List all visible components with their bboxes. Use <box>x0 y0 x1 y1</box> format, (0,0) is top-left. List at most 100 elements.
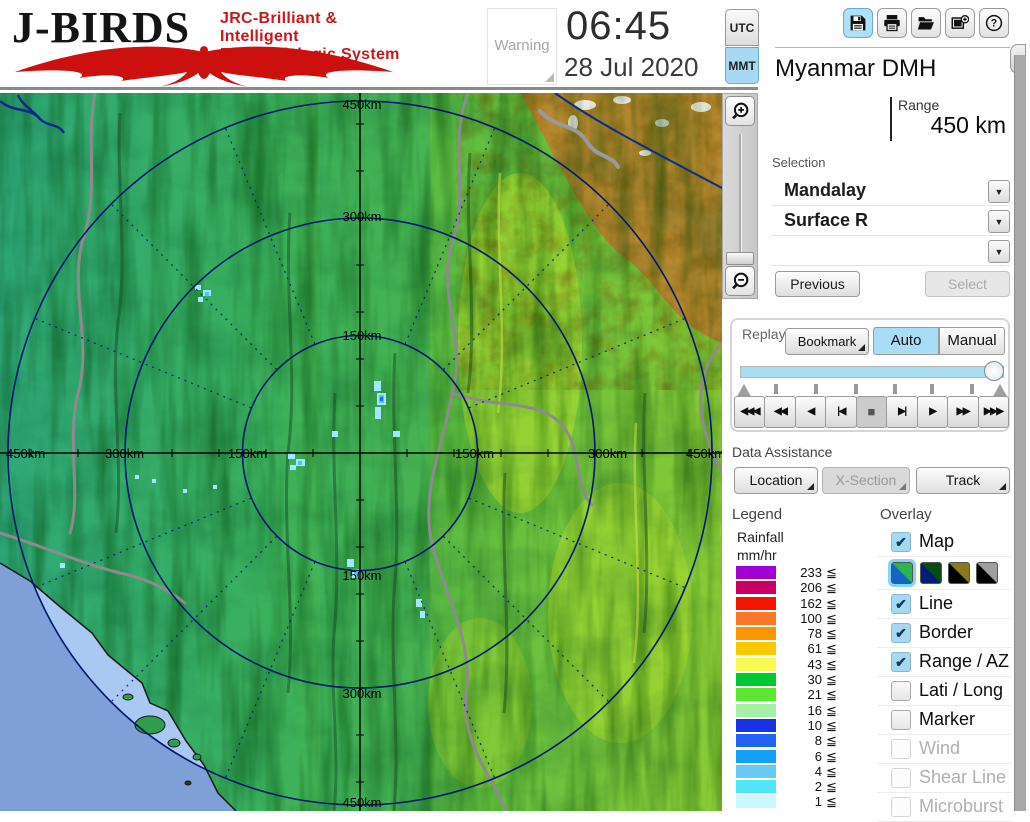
timezone-utc-button[interactable]: UTC <box>725 9 759 46</box>
capture-button[interactable] <box>945 8 975 38</box>
help-icon: ? <box>985 14 1003 32</box>
radar-map[interactable]: 450km 300km 150km 150km 300km 450km 450k… <box>0 93 722 811</box>
panel-scrollbar[interactable] <box>1014 55 1026 811</box>
rainfall-legend: 233≦ 206≦ 162≦ 100≦ 78≦ 61≦ 43≦ 30≦ 21≦ … <box>736 566 836 811</box>
legend-row: 61≦ <box>736 642 836 655</box>
step-forward-button[interactable]: ▶| <box>886 396 917 428</box>
checkbox-checked-icon[interactable]: ✔ <box>891 594 911 614</box>
x-section-button[interactable]: X-Section <box>822 467 910 494</box>
timezone-mmt-button[interactable]: MMT <box>725 47 759 84</box>
print-icon <box>883 14 901 32</box>
svg-text:150km: 150km <box>455 446 494 461</box>
legend-row: 30≦ <box>736 673 836 686</box>
magnifier-plus-icon <box>730 101 750 121</box>
location-button[interactable]: Location <box>734 467 818 494</box>
track-button[interactable]: Track <box>916 467 1010 494</box>
dropdown-site[interactable]: Mandalay ▼ <box>772 177 1010 206</box>
select-button[interactable]: Select <box>925 271 1010 297</box>
save-icon <box>849 14 867 32</box>
map-style-swatch-4[interactable] <box>976 562 998 584</box>
save-button[interactable] <box>843 8 873 38</box>
map-style-swatch-3[interactable] <box>948 562 970 584</box>
checkbox-unchecked-icon[interactable] <box>891 681 911 701</box>
overlay-item-wind: Wind <box>877 735 1012 764</box>
legend-row: 1≦ <box>736 795 836 808</box>
zoom-slider-handle[interactable] <box>726 252 754 265</box>
legend-swatch <box>736 658 776 671</box>
range-display: Range 450 km <box>775 95 1010 143</box>
step-back-button[interactable]: |◀ <box>825 396 856 428</box>
overlay-list: ✔ Map ✔ Line ✔ Border ✔ Range / AZ Lati … <box>877 528 1012 822</box>
dropdown-extra[interactable]: ▼ <box>772 237 1010 266</box>
overlay-item-range-az[interactable]: ✔ Range / AZ <box>877 648 1012 677</box>
svg-text:450km: 450km <box>342 97 381 112</box>
legend-unit: mm/hr <box>737 547 777 563</box>
manual-mode-button[interactable]: Manual <box>939 327 1005 355</box>
playback-controls: ◀◀◀ ◀◀ ◀ |◀ ■ ▶| ▶ ▶▶ ▶▶▶ <box>734 396 1008 428</box>
checkbox-checked-icon[interactable]: ✔ <box>891 652 911 672</box>
overlay-item-border[interactable]: ✔ Border <box>877 619 1012 648</box>
overlay-item-marker[interactable]: Marker <box>877 706 1012 735</box>
zoom-in-button[interactable] <box>725 96 755 126</box>
previous-button[interactable]: Previous <box>775 271 860 297</box>
print-button[interactable] <box>877 8 907 38</box>
chevron-down-icon[interactable]: ▼ <box>988 240 1010 263</box>
overlay-item-line[interactable]: ✔ Line <box>877 590 1012 619</box>
svg-text:450km: 450km <box>6 446 45 461</box>
legend-swatch <box>736 581 776 594</box>
legend-row: 162≦ <box>736 597 836 610</box>
open-folder-button[interactable] <box>911 8 941 38</box>
jbirds-app: 450km 300km 150km 150km 300km 450km 450k… <box>0 0 1030 811</box>
selection-label: Selection <box>772 155 825 170</box>
resize-grip-icon <box>545 73 554 82</box>
divider <box>775 47 1010 48</box>
legend-row: 6≦ <box>736 750 836 763</box>
overlay-item-microburst: Microburst <box>877 793 1012 822</box>
fastest-forward-button[interactable]: ▶▶▶ <box>978 396 1009 428</box>
legend-swatch <box>736 780 776 793</box>
bookmark-button[interactable]: Bookmark <box>785 328 869 355</box>
legend-swatch <box>736 719 776 732</box>
legend-swatch <box>736 642 776 655</box>
play-button[interactable]: ▶ <box>917 396 948 428</box>
clock-time: 06:45 <box>566 4 671 49</box>
radar-map-canvas: 450km 300km 150km 150km 300km 450km 450k… <box>0 93 722 811</box>
legend-row: 16≦ <box>736 704 836 717</box>
overlay-item-map[interactable]: ✔ Map <box>877 528 1012 557</box>
stop-button[interactable]: ■ <box>856 396 887 428</box>
overlay-item-lati-long[interactable]: Lati / Long <box>877 677 1012 706</box>
dropdown-product-value: Surface R <box>784 210 868 231</box>
fast-rewind-button[interactable]: ◀◀◀ <box>734 396 765 428</box>
legend-swatch <box>736 688 776 701</box>
legend-row: 2≦ <box>736 780 836 793</box>
clock-date: 28 Jul 2020 <box>564 52 698 83</box>
legend-swatch <box>736 750 776 763</box>
map-zoom-control <box>722 93 758 299</box>
zoom-slider-track[interactable] <box>739 134 742 264</box>
replay-slider-handle[interactable] <box>984 361 1004 381</box>
overlay-label: Overlay <box>880 506 932 523</box>
legend-row: 21≦ <box>736 688 836 701</box>
replay-slider-track[interactable] <box>740 366 1004 378</box>
rewind-button[interactable]: ◀◀ <box>764 396 795 428</box>
dropdown-product[interactable]: Surface R ▼ <box>772 207 1010 236</box>
fast-forward-button[interactable]: ▶▶ <box>947 396 978 428</box>
checkbox-disabled-icon <box>891 739 911 759</box>
chevron-down-icon[interactable]: ▼ <box>988 210 1010 233</box>
chevron-down-icon[interactable]: ▼ <box>988 180 1010 203</box>
svg-text:450km: 450km <box>342 795 381 810</box>
zoom-out-button[interactable] <box>725 266 755 296</box>
play-backward-button[interactable]: ◀ <box>795 396 826 428</box>
checkbox-checked-icon[interactable]: ✔ <box>891 532 911 552</box>
help-button[interactable]: ? <box>979 8 1009 38</box>
checkbox-unchecked-icon[interactable] <box>891 710 911 730</box>
capture-image-icon <box>951 14 969 32</box>
svg-text:150km: 150km <box>228 446 267 461</box>
eagle-logo-icon <box>10 42 398 88</box>
map-style-swatch-2[interactable] <box>920 562 942 584</box>
warning-button[interactable]: Warning <box>487 8 557 85</box>
auto-mode-button[interactable]: Auto <box>873 327 939 355</box>
map-style-swatch-1[interactable] <box>891 562 913 584</box>
checkbox-checked-icon[interactable]: ✔ <box>891 623 911 643</box>
jbirds-logo: J-BIRDS JRC-Brilliant & Intelligent Rada… <box>10 2 402 88</box>
